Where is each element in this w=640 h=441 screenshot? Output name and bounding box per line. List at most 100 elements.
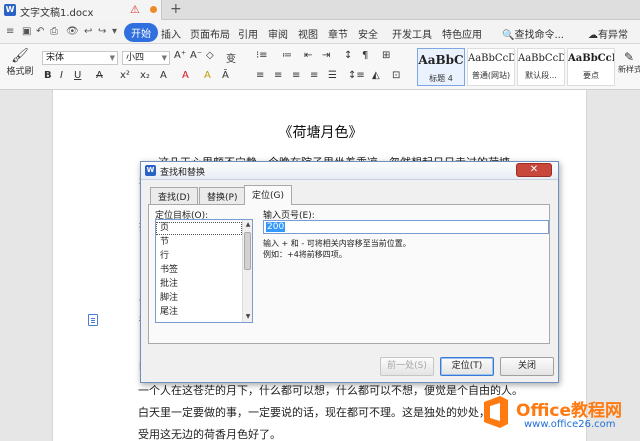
- clear-format-icon[interactable]: ◇: [206, 50, 214, 61]
- unsaved-dot-icon[interactable]: [150, 6, 157, 13]
- list-item[interactable]: 行: [156, 250, 242, 263]
- goto-button[interactable]: 定位(T): [440, 357, 494, 376]
- list-item[interactable]: 页: [156, 222, 242, 235]
- menu-security[interactable]: 安全: [358, 26, 378, 41]
- menu-review[interactable]: 审阅: [268, 26, 288, 41]
- previous-button[interactable]: 前一处(S): [380, 357, 434, 376]
- style-sample: AaBbCcDd: [468, 53, 514, 64]
- menu-page-layout[interactable]: 页面布局: [190, 26, 230, 41]
- dialog-titlebar[interactable]: W 查找和替换 ✕: [141, 162, 558, 180]
- print-icon[interactable]: ⎙: [50, 26, 58, 37]
- close-button[interactable]: 关闭: [500, 357, 554, 376]
- font-size-select[interactable]: 小四 ▼: [122, 51, 170, 65]
- cloud-icon: ☁: [588, 30, 598, 41]
- sort-icon[interactable]: ↕: [344, 50, 352, 61]
- strikethrough-icon[interactable]: A: [96, 70, 103, 81]
- subscript-icon[interactable]: x₂: [140, 70, 150, 81]
- menu-view[interactable]: 视图: [298, 26, 318, 41]
- new-style-button[interactable]: ✎ 新样式: [618, 50, 640, 75]
- border-icon[interactable]: ⊡: [392, 70, 400, 81]
- style-normal-web[interactable]: AaBbCcDd 普通(网站): [467, 48, 515, 86]
- style-sample: AaBbCcDd: [568, 53, 614, 64]
- font-size-value: 小四: [126, 53, 145, 63]
- indent-icon[interactable]: ⇥: [322, 50, 330, 61]
- scroll-thumb[interactable]: [244, 232, 251, 270]
- page-number-value: 200: [266, 222, 286, 232]
- style-default-paragraph[interactable]: AaBbCcDd 默认段...: [517, 48, 565, 86]
- page-number-input[interactable]: 200: [263, 220, 549, 234]
- scroll-up-icon[interactable]: ▲: [243, 220, 252, 230]
- style-caption: 默认段...: [525, 71, 557, 80]
- shrink-font-icon[interactable]: A⁻: [190, 50, 202, 61]
- style-heading4[interactable]: AaBbC 标题 4: [417, 48, 465, 86]
- search-icon: 🔍: [502, 30, 515, 41]
- preview-icon[interactable]: 👁: [66, 26, 79, 37]
- find-replace-dialog: W 查找和替换 ✕ 查找(D) 替换(P) 定位(G) 定位目标(O): 页 节…: [140, 161, 559, 383]
- goto-target-list[interactable]: 页 节 行 书签 批注 脚注 尾注 ▲ ▼: [155, 219, 253, 323]
- close-icon[interactable]: ✕: [516, 163, 552, 177]
- style-key-points[interactable]: AaBbCcDd 要点: [567, 48, 615, 86]
- menu-developer[interactable]: 开发工具: [392, 26, 432, 41]
- list-item[interactable]: 书签: [156, 264, 242, 277]
- app-menu-icon[interactable]: ≡: [6, 26, 14, 37]
- menu-chapter[interactable]: 章节: [328, 26, 348, 41]
- align-left-icon[interactable]: ≡: [256, 70, 264, 81]
- command-search-label: 查找命令...: [514, 30, 564, 41]
- char-shading-icon[interactable]: Ā: [222, 70, 229, 81]
- justify-icon[interactable]: ≡: [310, 70, 318, 81]
- grow-font-icon[interactable]: A⁺: [174, 50, 186, 61]
- new-style-icon: ✎: [623, 50, 635, 64]
- redo-arrow-icon[interactable]: ↪: [98, 26, 106, 37]
- font-name-select[interactable]: 宋体 ▼: [42, 51, 118, 65]
- undo-arrow-icon[interactable]: ↩: [84, 26, 92, 37]
- command-search[interactable]: 🔍查找命令...: [502, 26, 564, 41]
- list-item[interactable]: 节: [156, 236, 242, 249]
- bold-icon[interactable]: B: [44, 70, 52, 81]
- menu-features[interactable]: 特色应用: [442, 26, 482, 41]
- list-item[interactable]: 脚注: [156, 292, 242, 305]
- align-right-icon[interactable]: ≡: [292, 70, 300, 81]
- align-center-icon[interactable]: ≡: [274, 70, 282, 81]
- shading-icon[interactable]: ◭: [372, 70, 380, 81]
- document-tab[interactable]: W 文字文稿1.docx ⚠: [0, 0, 162, 20]
- text-highlight-icon[interactable]: A: [204, 70, 211, 81]
- save-icon[interactable]: ▣: [22, 26, 31, 37]
- warning-icon[interactable]: ⚠: [130, 3, 140, 16]
- list-item[interactable]: 尾注: [156, 306, 242, 319]
- highlight-icon[interactable]: A: [160, 70, 167, 81]
- new-tab-button[interactable]: +: [170, 1, 182, 17]
- status-indicator[interactable]: ☁有异常: [588, 26, 628, 41]
- undo-icon[interactable]: ↶: [36, 26, 44, 37]
- table-icon[interactable]: ⊞: [382, 50, 390, 61]
- watermark-url: www.office26.com: [524, 419, 616, 430]
- tab-goto[interactable]: 定位(G): [244, 185, 292, 205]
- bullet-list-icon[interactable]: ⁝≡: [256, 50, 268, 61]
- list-scrollbar[interactable]: ▲ ▼: [242, 220, 252, 322]
- line-spacing-icon[interactable]: ↕≡: [348, 70, 365, 81]
- document-map-icon[interactable]: [88, 314, 98, 326]
- scroll-down-icon[interactable]: ▼: [243, 312, 252, 322]
- writer-doc-icon: W: [4, 4, 16, 16]
- menu-insert[interactable]: 插入: [161, 26, 181, 41]
- menu-home[interactable]: 开始: [124, 23, 158, 42]
- tab-find[interactable]: 查找(D): [150, 187, 198, 204]
- goto-panel: 定位目标(O): 页 节 行 书签 批注 脚注 尾注 ▲ ▼ 输入页号(E): …: [148, 204, 550, 344]
- watermark-brand: Office教程网: [516, 401, 623, 421]
- style-sample: AaBbC: [418, 53, 464, 67]
- tab-replace[interactable]: 替换(P): [199, 187, 246, 204]
- underline-icon[interactable]: U: [74, 70, 81, 81]
- writer-app-icon: W: [145, 165, 156, 176]
- customize-icon[interactable]: ▾: [112, 26, 117, 37]
- format-painter-button[interactable]: 🖌 格式刷: [6, 48, 34, 77]
- font-color-icon[interactable]: A: [182, 70, 189, 81]
- superscript-icon[interactable]: x²: [120, 70, 130, 81]
- show-marks-icon[interactable]: ¶: [362, 50, 368, 61]
- distribute-icon[interactable]: ☰: [328, 70, 337, 81]
- italic-icon[interactable]: I: [60, 70, 63, 81]
- document-tab-bar: W 文字文稿1.docx ⚠ +: [0, 0, 640, 20]
- list-item[interactable]: 批注: [156, 278, 242, 291]
- outdent-icon[interactable]: ⇤: [304, 50, 312, 61]
- menu-references[interactable]: 引用: [238, 26, 258, 41]
- number-list-icon[interactable]: ≔: [282, 50, 292, 61]
- phonetic-icon[interactable]: 变: [226, 50, 236, 65]
